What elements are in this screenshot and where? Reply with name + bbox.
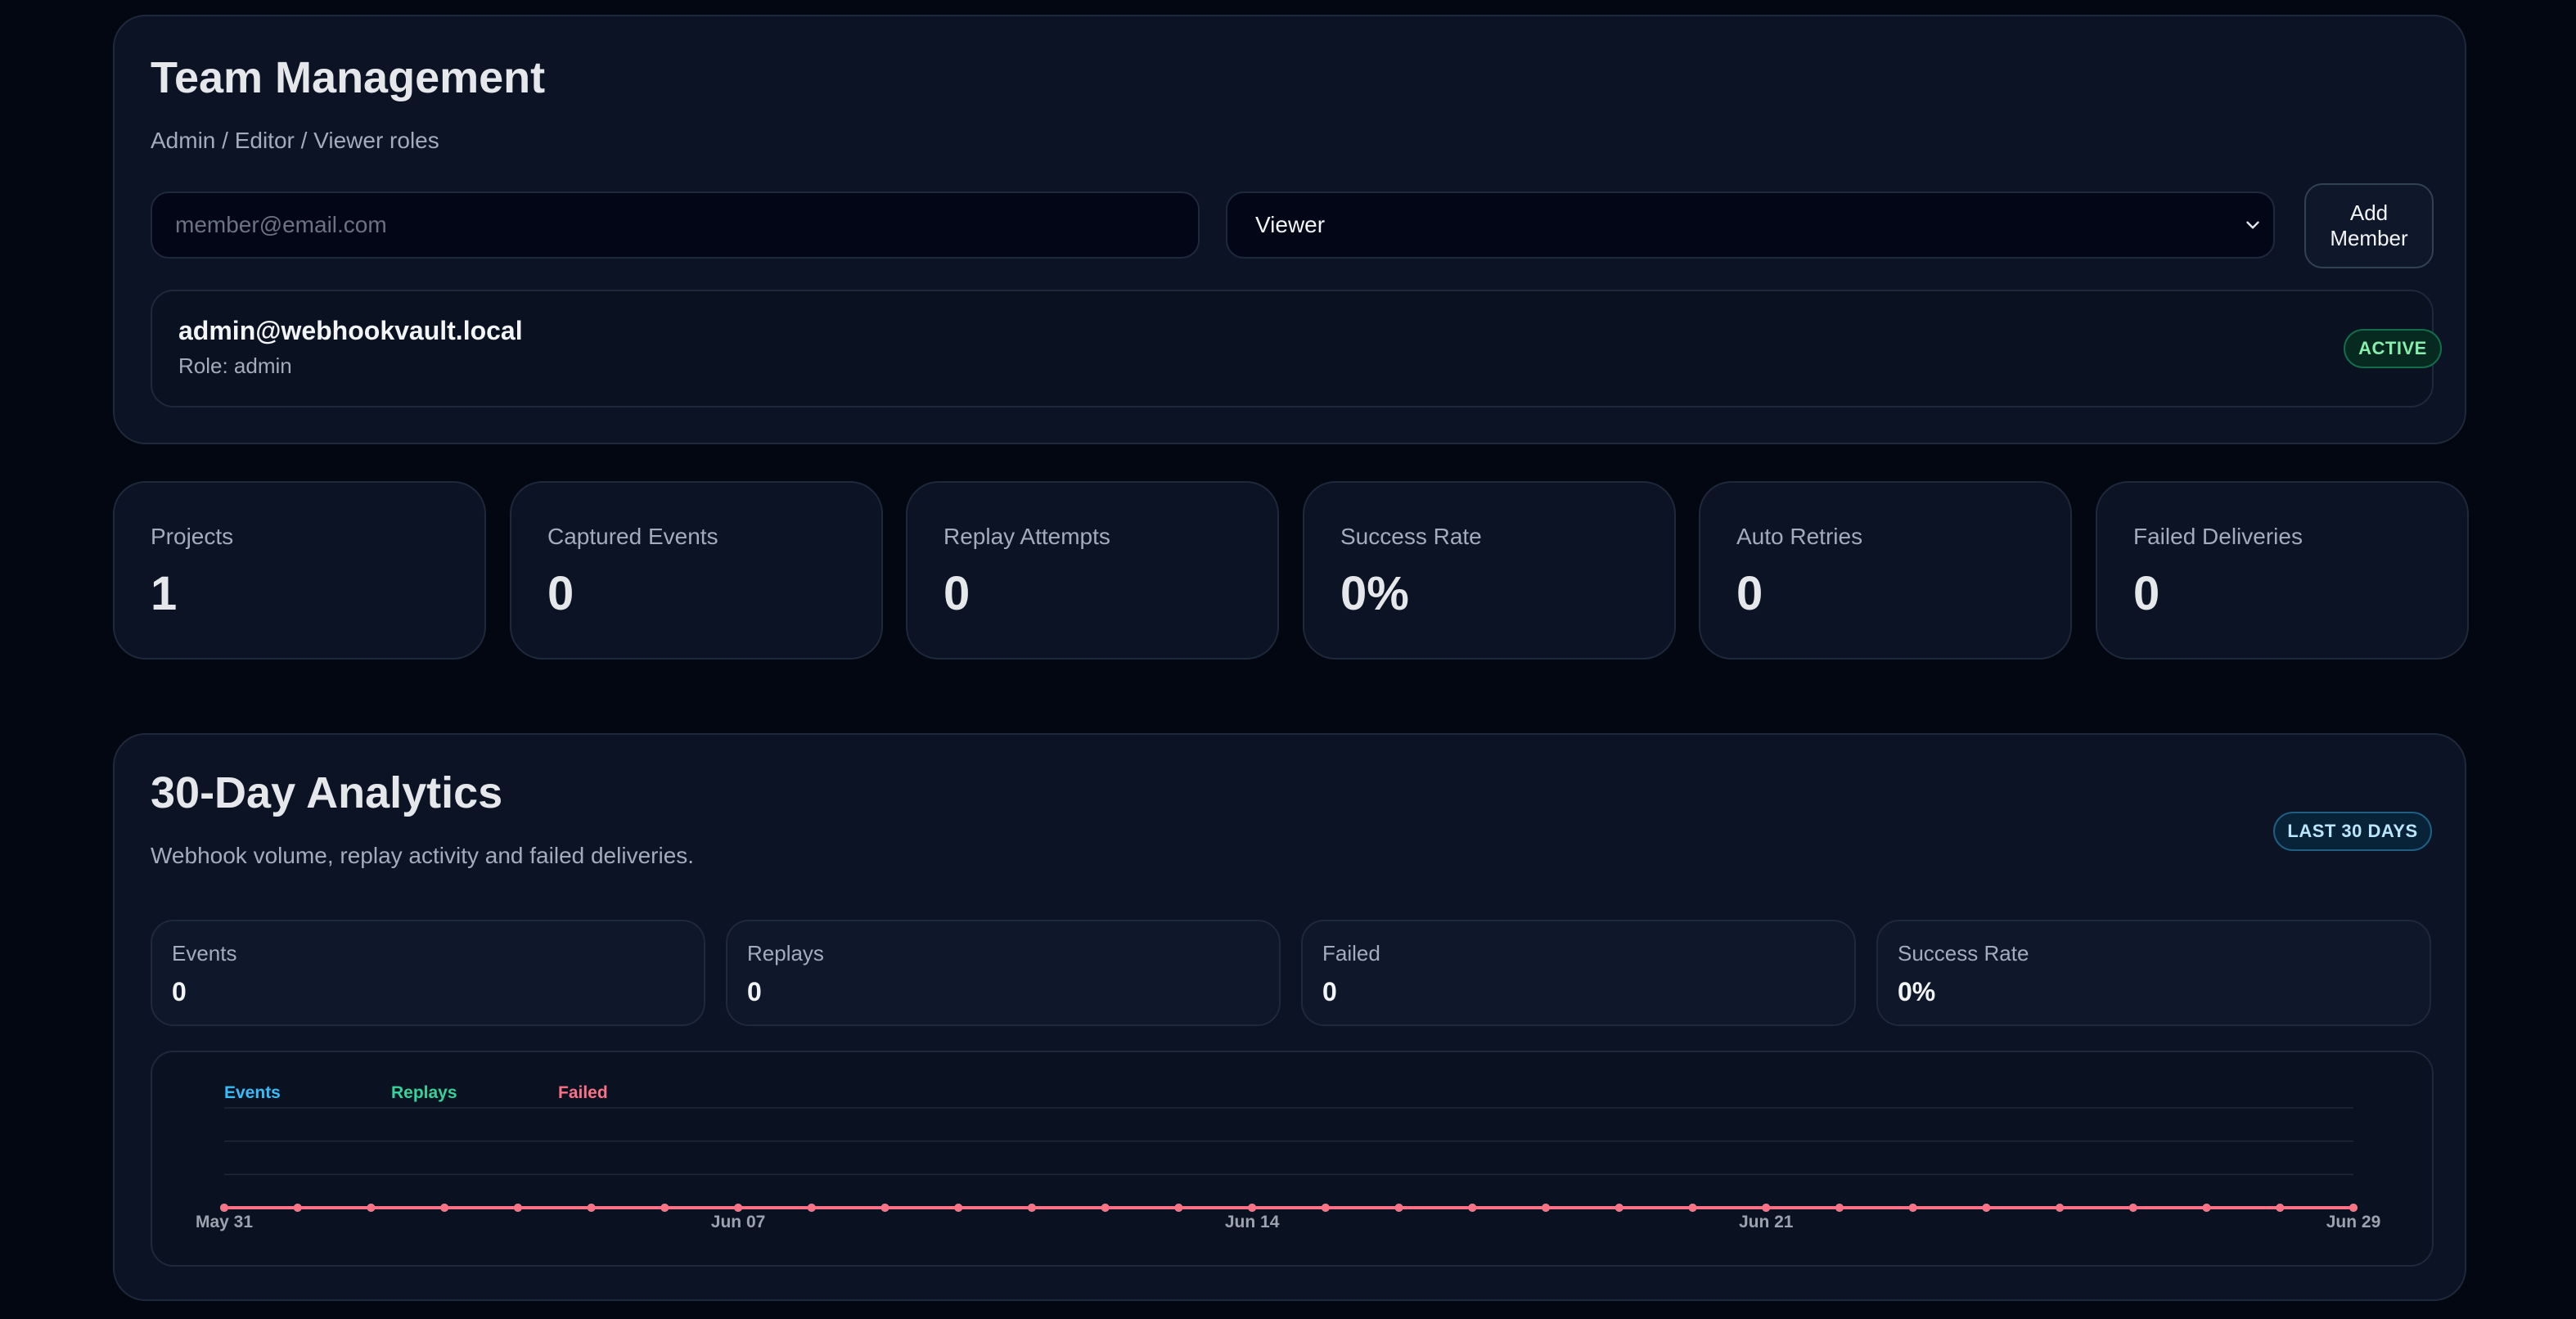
- team-title: Team Management: [151, 53, 546, 102]
- analytics-chart: Events Replays Failed May 31 Jun 07 Jun 14 Jun…: [151, 1051, 2434, 1267]
- analytics-title: 30-Day Analytics: [151, 768, 503, 817]
- member-email: admin@webhookvault.local: [178, 316, 523, 345]
- stat-label: Auto Retries: [1736, 524, 1863, 549]
- member-card: admin@webhookvault.local Role: admin ACT…: [151, 290, 2442, 407]
- summary-value: 0%: [1898, 977, 1936, 1006]
- summary-value: 0: [172, 977, 187, 1006]
- x-tick-label: May 31: [196, 1213, 253, 1231]
- summary-label: Failed: [1322, 941, 1380, 966]
- x-tick-label: Jun 29: [2326, 1213, 2381, 1231]
- range-badge: LAST 30 DAYS: [2273, 812, 2432, 851]
- data-point-failed: [1982, 1204, 1991, 1212]
- role-select[interactable]: Viewer: [1226, 191, 2275, 259]
- stat-label: Success Rate: [1340, 524, 1482, 549]
- stat-label: Failed Deliveries: [2133, 524, 2303, 549]
- data-point-failed: [587, 1204, 596, 1212]
- analytics-subtitle: Webhook volume, replay activity and fail…: [151, 843, 695, 868]
- analytics-panel: 30-Day Analytics Webhook volume, replay …: [113, 733, 2466, 1301]
- summary-card-failed: Failed 0: [1301, 920, 1856, 1026]
- data-point-failed: [1908, 1204, 1917, 1212]
- stat-value: 0: [943, 567, 971, 620]
- stat-card-captured-events: Captured Events 0: [510, 481, 883, 660]
- stat-value: 0: [547, 567, 574, 620]
- summary-label: Replays: [747, 941, 824, 966]
- legend-replays: Replays: [391, 1083, 457, 1102]
- team-subtitle: Admin / Editor / Viewer roles: [151, 128, 439, 153]
- stat-value: 0%: [1340, 567, 1409, 620]
- data-point-failed: [2276, 1204, 2285, 1212]
- data-point-failed: [1835, 1204, 1844, 1212]
- stat-label: Captured Events: [547, 524, 718, 549]
- stat-card-projects: Projects 1: [113, 481, 486, 660]
- x-tick-label: Jun 21: [1739, 1213, 1794, 1231]
- stat-card-success-rate: Success Rate 0%: [1303, 481, 1676, 660]
- add-member-button[interactable]: Add Member: [2304, 183, 2434, 268]
- data-point-failed: [1762, 1204, 1771, 1212]
- status-badge: ACTIVE: [2344, 329, 2442, 368]
- data-point-failed: [2202, 1204, 2211, 1212]
- stat-value: 0: [1736, 567, 1763, 620]
- data-point-failed: [2349, 1204, 2358, 1212]
- chart-svg: Events Replays Failed May 31 Jun 07 Jun 14 Jun…: [196, 1083, 2381, 1231]
- data-point-failed: [440, 1204, 449, 1212]
- data-point-failed: [954, 1204, 963, 1212]
- stat-card-failed-deliveries: Failed Deliveries 0: [2096, 481, 2469, 660]
- data-point-failed: [1174, 1204, 1183, 1212]
- data-point-failed: [880, 1204, 889, 1212]
- team-management-panel: Team Management Admin / Editor / Viewer …: [113, 15, 2466, 444]
- data-point-failed: [734, 1204, 743, 1212]
- data-point-failed: [1615, 1204, 1624, 1212]
- role-select-value: Viewer: [1255, 212, 1326, 237]
- data-point-failed: [1468, 1204, 1477, 1212]
- data-point-failed: [1394, 1204, 1403, 1212]
- stat-label: Replay Attempts: [943, 524, 1110, 549]
- summary-card-replays: Replays 0: [726, 920, 1281, 1026]
- data-point-failed: [1248, 1204, 1257, 1212]
- data-point-failed: [807, 1204, 816, 1212]
- data-point-failed: [367, 1204, 376, 1212]
- data-point-failed: [660, 1204, 669, 1212]
- summary-card-events: Events 0: [151, 920, 705, 1026]
- summary-label: Events: [172, 941, 237, 966]
- data-point-failed: [2128, 1204, 2137, 1212]
- member-email-input[interactable]: [151, 191, 1200, 259]
- data-point-failed: [1027, 1204, 1036, 1212]
- legend-events: Events: [224, 1083, 281, 1102]
- x-tick-label: Jun 14: [1225, 1213, 1280, 1231]
- summary-value: 0: [747, 977, 762, 1006]
- stat-value: 0: [2133, 567, 2160, 620]
- summary-card-success-rate: Success Rate 0%: [1876, 920, 2431, 1026]
- data-point-failed: [1321, 1204, 1330, 1212]
- x-tick-label: Jun 07: [711, 1213, 766, 1231]
- data-point-failed: [220, 1204, 228, 1212]
- member-role: Role: admin: [178, 353, 292, 378]
- chevron-down-icon: [2246, 221, 2259, 229]
- summary-value: 0: [1322, 977, 1337, 1006]
- stat-label: Projects: [151, 524, 234, 549]
- data-point-failed: [513, 1204, 522, 1212]
- summary-label: Success Rate: [1898, 941, 2029, 966]
- legend-failed: Failed: [558, 1083, 608, 1102]
- data-point-failed: [293, 1204, 302, 1212]
- data-point-failed: [2056, 1204, 2065, 1212]
- data-point-failed: [1542, 1204, 1551, 1212]
- stat-card-replay-attempts: Replay Attempts 0: [906, 481, 1279, 660]
- stat-value: 1: [151, 567, 178, 620]
- data-point-failed: [1688, 1204, 1697, 1212]
- data-point-failed: [1101, 1204, 1110, 1212]
- stat-card-auto-retries: Auto Retries 0: [1699, 481, 2072, 660]
